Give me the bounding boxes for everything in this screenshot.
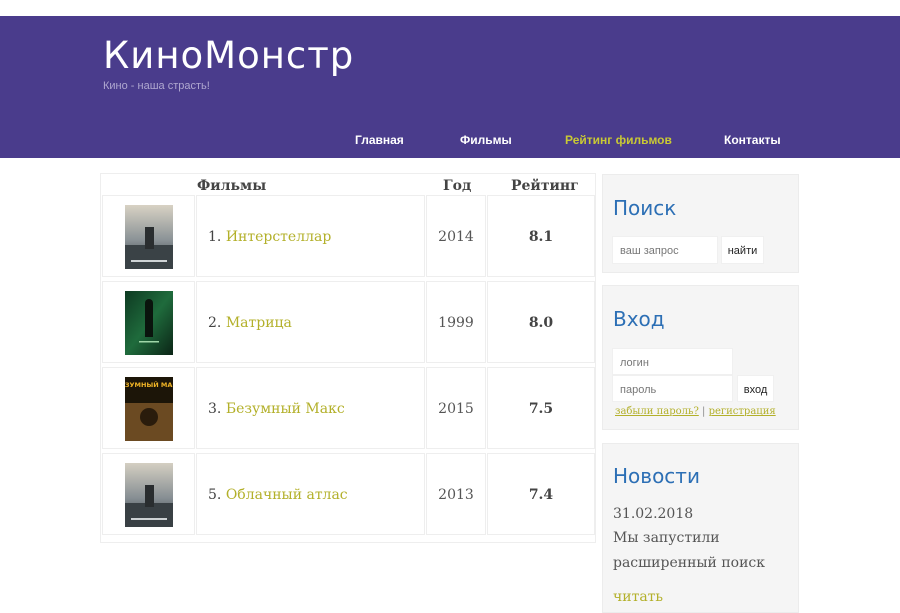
film-year: 2015 <box>438 401 474 417</box>
password-field[interactable]: пароль <box>612 375 733 402</box>
year-cell: 1999 <box>426 281 486 363</box>
mad-max-poster-text: БЕЗУМНЫЙ МАКС <box>125 380 173 389</box>
mad-max-poster-icon[interactable]: БЕЗУМНЫЙ МАКС <box>125 377 173 441</box>
forgot-password-link[interactable]: забыли пароль? <box>615 406 699 417</box>
nav-item-contacts[interactable]: Контакты <box>724 133 781 147</box>
nav-item-home[interactable]: Главная <box>355 133 404 147</box>
title-cell: 1. Интерстеллар <box>196 195 425 277</box>
film-rating: 7.4 <box>528 487 554 503</box>
film-link-mad-max[interactable]: Безумный Макс <box>226 401 345 417</box>
news-date: 31.02.2018 <box>613 506 694 522</box>
title-cell: 2. Матрица <box>196 281 425 363</box>
table-row: БЕЗУМНЫЙ МАКС 3. Безумный Макс 2015 7.5 <box>102 367 595 451</box>
nav-item-rating[interactable]: Рейтинг фильмов <box>565 133 672 147</box>
title-cell: 3. Безумный Макс <box>196 367 425 449</box>
film-year: 1999 <box>438 315 474 331</box>
cloud-atlas-poster-icon[interactable] <box>125 463 173 527</box>
column-header-rating: Рейтинг <box>511 178 579 194</box>
film-title: 2. Матрица <box>208 315 292 331</box>
film-link-cloud-atlas[interactable]: Облачный атлас <box>226 487 348 503</box>
column-header-films: Фильмы <box>197 178 267 194</box>
rank-number: 1. <box>208 229 222 245</box>
register-link[interactable]: регистрация <box>709 406 776 417</box>
film-link-matrix[interactable]: Матрица <box>226 315 292 331</box>
film-year: 2013 <box>438 487 474 503</box>
login-field[interactable]: логин <box>612 348 733 375</box>
film-title: 1. Интерстеллар <box>208 229 331 245</box>
rating-cell: 7.5 <box>487 367 595 449</box>
rank-number: 2. <box>208 315 222 331</box>
table-row: 2. Матрица 1999 8.0 <box>102 281 595 365</box>
rank-number: 3. <box>208 401 222 417</box>
film-rating: 7.5 <box>528 401 554 417</box>
news-title: Новости <box>613 464 700 488</box>
site-tagline: Кино - наша страсть! <box>103 80 210 92</box>
movies-rating-table: Фильмы Год Рейтинг 1. Интерстеллар 2014 … <box>100 173 596 543</box>
film-link-interstellar[interactable]: Интерстеллар <box>226 229 332 245</box>
news-text: Мы запустили расширенный поиск <box>613 530 766 571</box>
search-widget: Поиск ваш запрос найти <box>602 174 799 273</box>
news-widget: Новости 31.02.2018 Мы запустили расширен… <box>602 443 799 613</box>
film-rating: 8.1 <box>528 229 554 245</box>
search-input[interactable]: ваш запрос <box>612 236 718 264</box>
title-cell: 5. Облачный атлас <box>196 453 425 535</box>
poster-cell <box>102 195 195 277</box>
year-cell: 2014 <box>426 195 486 277</box>
login-links-separator: | <box>702 406 706 417</box>
interstellar-poster-icon[interactable] <box>125 205 173 269</box>
table-row: 1. Интерстеллар 2014 8.1 <box>102 195 595 279</box>
poster-cell <box>102 281 195 363</box>
site-header: КиноМонстр Кино - наша страсть! Главная … <box>0 16 900 158</box>
login-links: забыли пароль? | регистрация <box>615 406 776 417</box>
login-button[interactable]: вход <box>737 375 774 402</box>
rating-cell: 8.1 <box>487 195 595 277</box>
film-rating: 8.0 <box>528 315 554 331</box>
column-header-year: Год <box>443 178 472 194</box>
matrix-poster-icon[interactable] <box>125 291 173 355</box>
read-more-link[interactable]: читать <box>613 589 663 605</box>
poster-cell: БЕЗУМНЫЙ МАКС <box>102 367 195 449</box>
site-logo[interactable]: КиноМонстр <box>103 34 354 78</box>
nav-item-films[interactable]: Фильмы <box>460 133 512 147</box>
rank-number: 5. <box>208 487 222 503</box>
login-title: Вход <box>613 307 665 331</box>
year-cell: 2013 <box>426 453 486 535</box>
year-cell: 2015 <box>426 367 486 449</box>
film-title: 5. Облачный атлас <box>208 487 348 503</box>
search-title: Поиск <box>613 196 677 220</box>
table-row: 5. Облачный атлас 2013 7.4 <box>102 453 595 537</box>
film-year: 2014 <box>438 229 474 245</box>
rating-cell: 8.0 <box>487 281 595 363</box>
search-button[interactable]: найти <box>721 236 764 264</box>
rating-cell: 7.4 <box>487 453 595 535</box>
login-widget: Вход логин пароль вход забыли пароль? | … <box>602 285 799 430</box>
poster-cell <box>102 453 195 535</box>
film-title: 3. Безумный Макс <box>208 401 345 417</box>
